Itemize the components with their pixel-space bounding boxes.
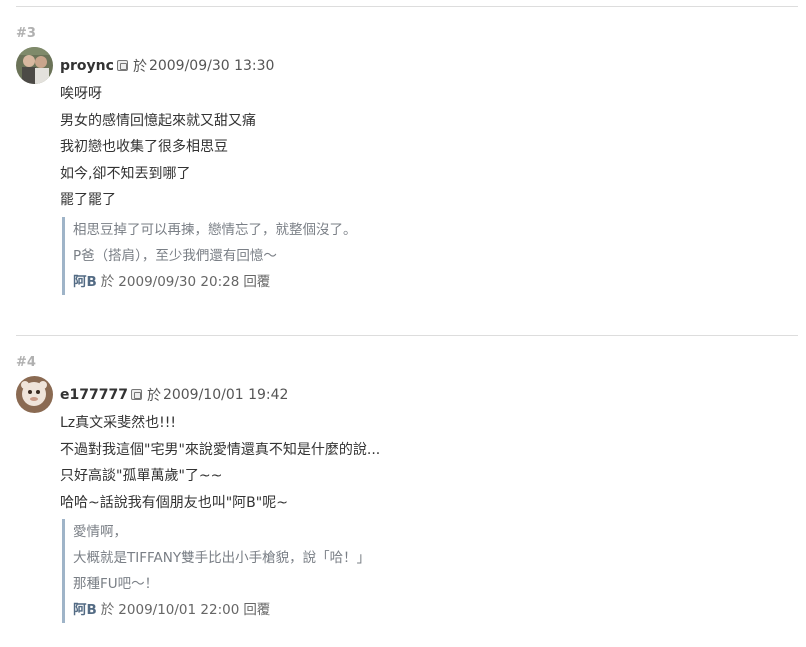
member-badge-icon bbox=[130, 389, 142, 400]
post-line: 只好高談"孤單萬歲"了~~ bbox=[60, 468, 223, 484]
reply-line: 大概就是TIFFANY雙手比出小手槍貌，說「哈！」 bbox=[73, 550, 371, 566]
post-timestamp: 2009/10/01 19:42 bbox=[162, 386, 289, 403]
post-body: Lz真文采斐然也!!! 不過對我這個"宅男"來說愛情還真不知是什麼的說... 只… bbox=[60, 410, 380, 516]
reply-at-word: 於 bbox=[100, 602, 115, 618]
user-avatar[interactable] bbox=[16, 376, 53, 413]
reply-line: 那種FU吧～！ bbox=[73, 576, 159, 592]
reply-label: 回覆 bbox=[243, 602, 271, 618]
author-reply: 愛情啊， 大概就是TIFFANY雙手比出小手槍貌，說「哈！」 那種FU吧～！ 阿… bbox=[62, 519, 370, 623]
post-meta: e177777 於 2009/10/01 19:42 bbox=[60, 385, 288, 405]
post-header: e177777 於 2009/10/01 19:42 bbox=[16, 376, 288, 413]
reply-timestamp: 2009/10/01 22:00 bbox=[118, 602, 240, 618]
post-line: 哈哈~話說我有個朋友也叫"阿B"呢~ bbox=[60, 494, 288, 511]
username-link[interactable]: e177777 bbox=[60, 387, 128, 403]
floor-number: #4 bbox=[16, 355, 36, 370]
post-4: #4 e177777 於 2009/10/01 19:42 Lz真文采斐然也!!… bbox=[16, 0, 796, 647]
post-line: 不過對我這個"宅男"來說愛情還真不知是什麼的說... bbox=[60, 441, 381, 458]
reply-meta: 阿B 於 2009/10/01 22:00 回覆 bbox=[73, 597, 370, 623]
reply-line: 愛情啊， bbox=[73, 524, 127, 540]
post-line: Lz真文采斐然也!!! bbox=[60, 415, 176, 431]
at-word: 於 bbox=[146, 387, 161, 404]
reply-author-link[interactable]: 阿B bbox=[73, 602, 97, 618]
